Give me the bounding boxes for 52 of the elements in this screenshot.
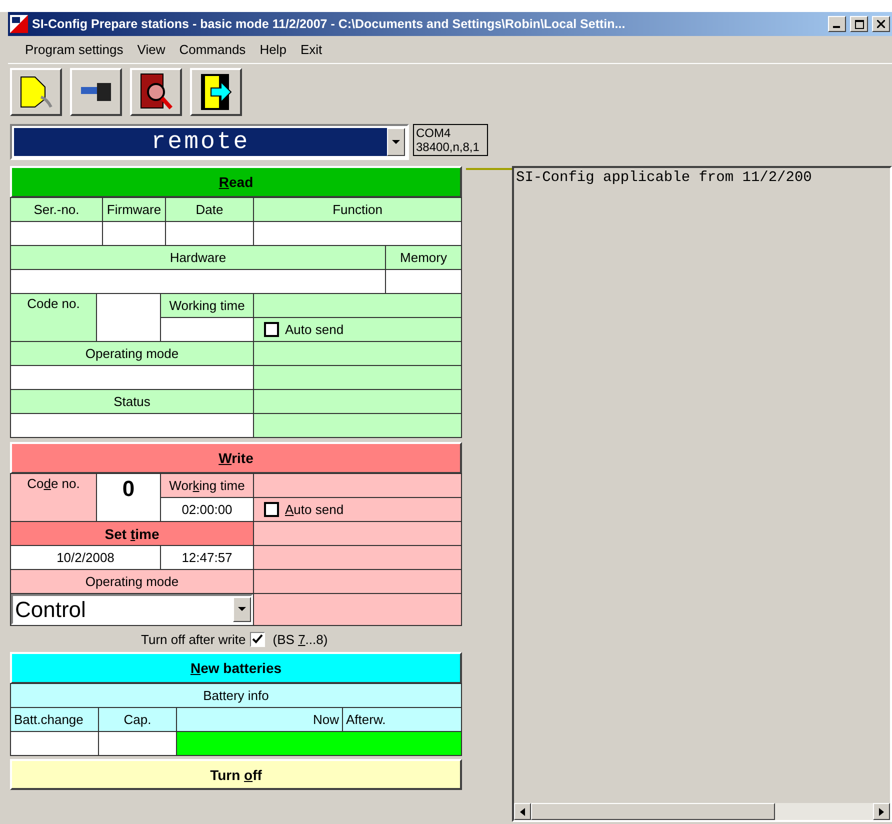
maximize-button[interactable]: [850, 16, 868, 32]
column-label: Firmware: [103, 198, 165, 221]
menu-item[interactable]: Help: [252, 40, 294, 59]
new-batteries-button[interactable]: New batteries: [10, 652, 462, 684]
read-button[interactable]: Read: [10, 166, 462, 198]
plug-tool-button[interactable]: [70, 68, 122, 116]
left-arrow-icon: [520, 808, 525, 816]
value-field: [103, 222, 165, 245]
column-label: Batt.change: [11, 708, 98, 731]
date-field[interactable]: 10/2/2008: [11, 546, 160, 569]
close-icon: [877, 20, 885, 28]
app-icon: [10, 15, 28, 33]
dropdown-caret-icon: [392, 140, 400, 144]
write-button[interactable]: Write: [10, 442, 462, 474]
scroll-right-button[interactable]: [873, 803, 890, 820]
field-label: Operating mode: [11, 570, 253, 593]
set-time-button[interactable]: Set time: [11, 522, 253, 545]
time-field[interactable]: 12:47:57: [161, 546, 253, 569]
column-label: Now: [177, 708, 342, 731]
column-label: Ser.-no.: [11, 198, 102, 221]
section-label: Battery info: [11, 684, 461, 707]
port-info: COM4 38400,n,8,1: [413, 124, 488, 156]
checkbox-label: Turn off after write: [141, 632, 246, 646]
maximize-icon: [854, 20, 864, 28]
minimize-button[interactable]: [828, 16, 846, 32]
menu-item[interactable]: Program settings: [18, 40, 130, 59]
station-dropdown[interactable]: remote: [10, 124, 409, 160]
menu-item[interactable]: Commands: [172, 40, 253, 59]
column-label: Function: [254, 198, 461, 221]
operating-mode-dropdown[interactable]: Control: [11, 594, 253, 625]
field-label: Status: [11, 390, 253, 413]
scrollbar-thumb[interactable]: [531, 803, 775, 820]
log-line: SI-Config applicable from 11/2/200: [516, 170, 813, 186]
right-arrow-icon: [879, 808, 884, 816]
menu-item[interactable]: Exit: [293, 40, 330, 59]
field-label: Hardware: [11, 246, 385, 269]
turn-off-checkbox[interactable]: [250, 632, 265, 646]
column-label: Date: [166, 198, 253, 221]
field-label: Memory: [386, 246, 461, 269]
dropdown-caret-icon: [238, 607, 246, 612]
menu-item[interactable]: View: [130, 40, 172, 59]
close-button[interactable]: [872, 16, 890, 32]
column-label: Afterw.: [343, 708, 461, 731]
inspect-tool-button[interactable]: [130, 68, 182, 116]
exit-tool-button[interactable]: [190, 68, 242, 116]
note-text: (BS 7...8): [272, 632, 328, 646]
scroll-left-button[interactable]: [514, 803, 531, 820]
column-label: Cap.: [99, 708, 176, 731]
turn-off-button[interactable]: Turn off: [10, 759, 462, 790]
connector-tool-button[interactable]: [10, 68, 62, 116]
window-title: SI-Config Prepare stations - basic mode 11/2/2007 - C:\Documents and Settings\Robin\Local Settin...: [32, 17, 626, 31]
field-label: Operating mode: [11, 342, 253, 365]
